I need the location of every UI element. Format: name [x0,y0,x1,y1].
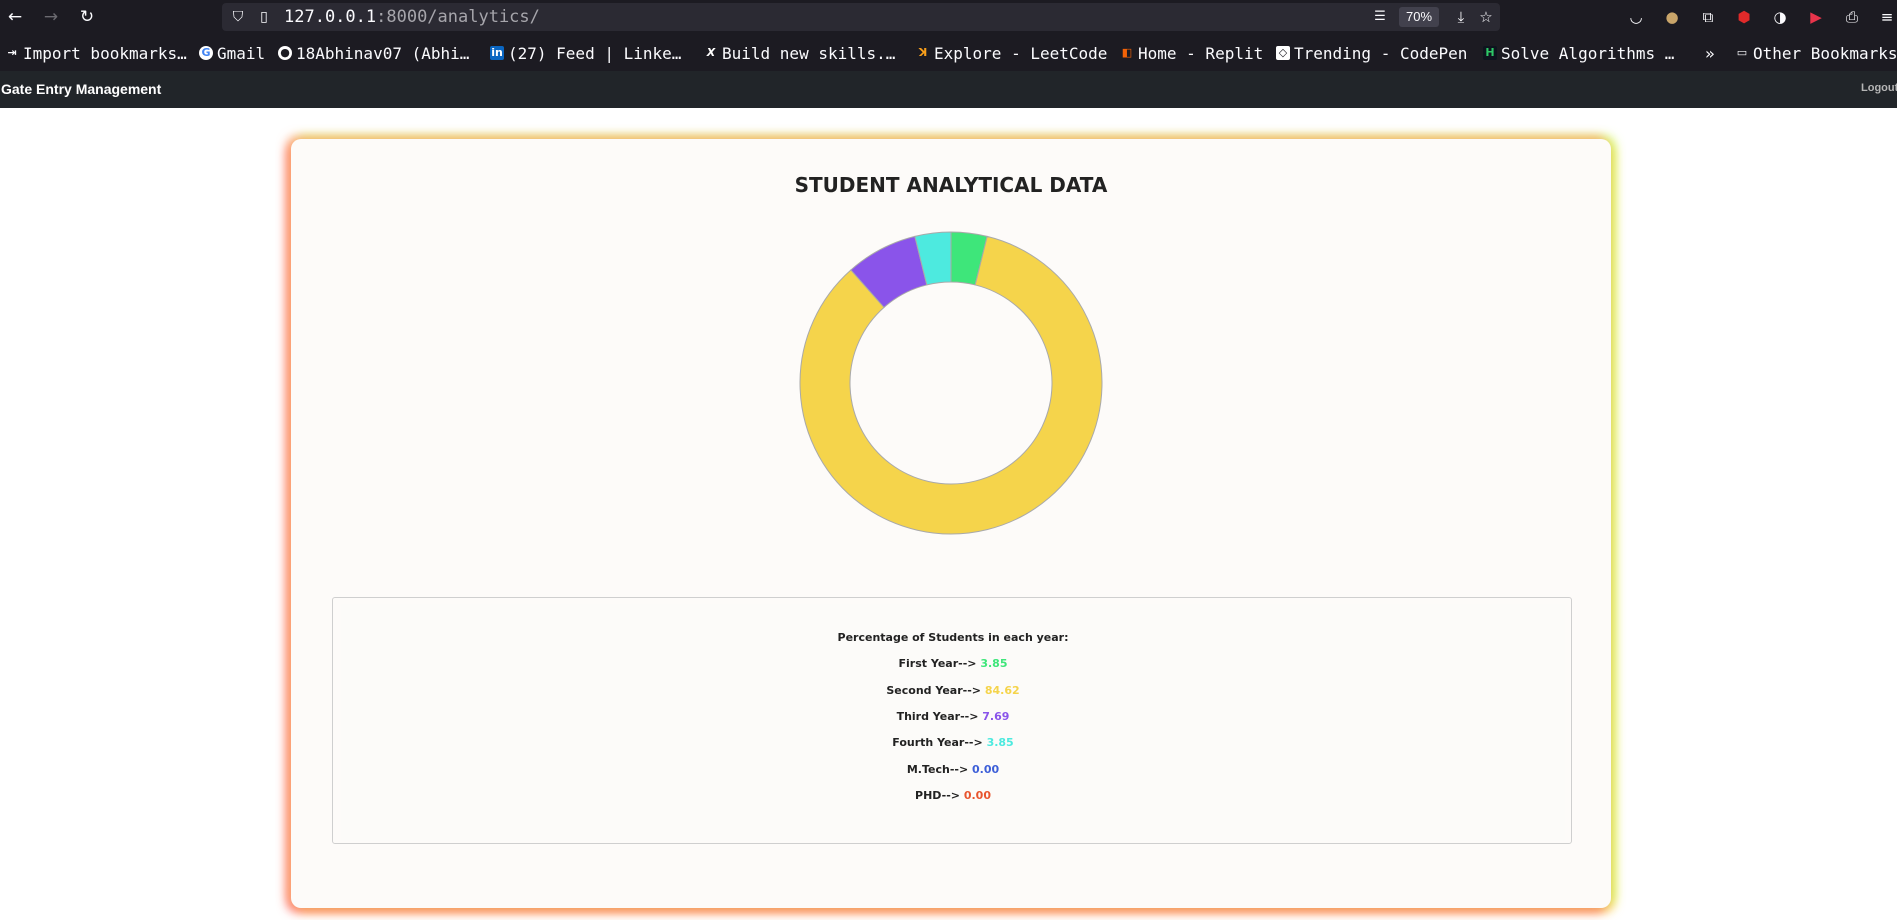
extensions-icon[interactable]: ⧉ [1698,7,1718,27]
stat-second-year: Second Year--> 84.62 [333,684,1573,697]
youtube-extension-icon[interactable]: ▶ [1806,7,1826,27]
reader-view-icon[interactable]: ☰ [1370,7,1390,27]
leetcode-icon: ꓘ [918,46,928,59]
page-title: STUDENT ANALYTICAL DATA [794,173,1108,197]
stat-third-year: Third Year--> 7.69 [333,710,1573,723]
bookmark-import[interactable]: ⇥ Import bookmarks… [5,43,187,63]
account-icon[interactable]: ● [1662,7,1682,27]
google-icon: G [199,46,213,60]
app-navbar: Gate Entry Management Logout [0,71,1897,108]
menu-icon[interactable]: ≡ [1877,7,1897,27]
url-host: 127.0.0.1 [284,7,377,27]
download-icon[interactable]: ⤓ [1451,7,1471,27]
bookmark-codepen[interactable]: ◇ Trending - CodePen [1276,43,1467,63]
stat-label: Third Year--> [896,710,979,723]
printer-icon[interactable]: ⎙ [1842,7,1862,27]
other-bookmarks[interactable]: ▭ Other Bookmarks [1735,43,1897,63]
bookmark-label: Import bookmarks… [23,43,187,63]
bookmark-label: Build new skills.… [722,43,896,63]
shield-icon[interactable]: ⛉ [228,7,248,27]
bookmark-github[interactable]: ● 18Abhinav07 (Abhi… [278,43,469,63]
stat-value: 7.69 [982,710,1010,723]
bookmarks-bar: ⇥ Import bookmarks… G Gmail ● 18Abhinav07 (… [0,34,1897,71]
replit-icon: ◧ [1121,46,1133,59]
pocket-icon[interactable]: ◡ [1626,7,1646,27]
linkedin-icon: in [490,46,504,60]
analytics-card: STUDENT ANALYTICAL DATA Percentage of St… [291,139,1611,908]
stat-value: 0.00 [972,763,1000,776]
bookmark-label: Trending - CodePen [1294,43,1468,63]
stats-heading: Percentage of Students in each year: [837,631,1069,644]
stat-fourth-year: Fourth Year--> 3.85 [333,736,1573,749]
page-icon: ▯ [260,9,268,25]
bookmark-label: (27) Feed | Linke… [508,43,682,63]
stat-label: First Year--> [898,657,977,670]
stat-value: 3.85 [980,657,1008,670]
bookmark-leetcode[interactable]: ꓘ Explore - LeetCode [916,43,1108,63]
bookmark-label: 18Abhinav07 (Abhi… [296,43,470,63]
x-icon: X [706,46,716,59]
stat-phd: PHD--> 0.00 [333,789,1573,802]
extension-icon[interactable]: ◑ [1770,7,1790,27]
bookmark-gmail[interactable]: G Gmail [199,43,265,63]
zoom-level[interactable]: 70% [1399,7,1439,27]
bookmark-replit[interactable]: ◧ Home - Replit [1120,43,1263,63]
codepen-icon: ◇ [1276,46,1290,60]
github-icon: ● [278,46,292,60]
stat-value: 0.00 [963,789,991,802]
bookmark-label: Home - Replit [1138,43,1264,63]
url-path: :8000/analytics/ [376,7,540,27]
url-bar[interactable]: ⛉ ▯ 127.0.0.1:8000/analytics/ ☰ 70% ⤓ ☆ [222,3,1500,31]
stats-panel: Percentage of Students in each year: Fir… [332,597,1572,844]
bookmark-label: Solve Algorithms … [1501,43,1675,63]
more-bookmarks-icon[interactable]: » [1705,43,1715,63]
url-text[interactable]: 127.0.0.1:8000/analytics/ [284,7,540,27]
forward-arrow-icon[interactable]: → [41,7,61,27]
logout-link[interactable]: Logout [1861,82,1897,94]
other-bookmarks-label: Other Bookmarks [1753,43,1897,63]
brand-title[interactable]: Gate Entry Management [1,81,161,97]
bookmark-x[interactable]: X Build new skills.… [704,43,896,63]
ublock-icon[interactable]: ⬢ [1734,7,1754,27]
stat-value: 3.85 [986,736,1014,749]
stat-label: M.Tech--> [906,763,969,776]
stat-first-year: First Year--> 3.85 [333,657,1573,670]
stat-label: Fourth Year--> [892,736,983,749]
back-arrow-icon[interactable]: ← [5,7,25,27]
stat-mtech: M.Tech--> 0.00 [333,763,1573,776]
stat-label: PHD--> [915,789,960,802]
import-icon: ⇥ [7,46,17,59]
donut-chart [799,231,1103,535]
reload-icon[interactable]: ↻ [77,7,97,27]
bookmark-label: Gmail [217,43,266,63]
browser-nav-bar: ← → ↻ ⛉ ▯ 127.0.0.1:8000/analytics/ ☰ 70… [0,0,1897,34]
hackerrank-icon: H [1483,46,1497,60]
bookmark-linkedin[interactable]: in (27) Feed | Linke… [490,43,681,63]
stat-value: 84.62 [984,684,1020,697]
stat-label: Second Year--> [886,684,981,697]
folder-icon: ▭ [1736,46,1748,59]
bookmark-star-icon[interactable]: ☆ [1476,7,1496,27]
bookmark-label: Explore - LeetCode [934,43,1108,63]
bookmark-hackerrank[interactable]: H Solve Algorithms … [1483,43,1674,63]
